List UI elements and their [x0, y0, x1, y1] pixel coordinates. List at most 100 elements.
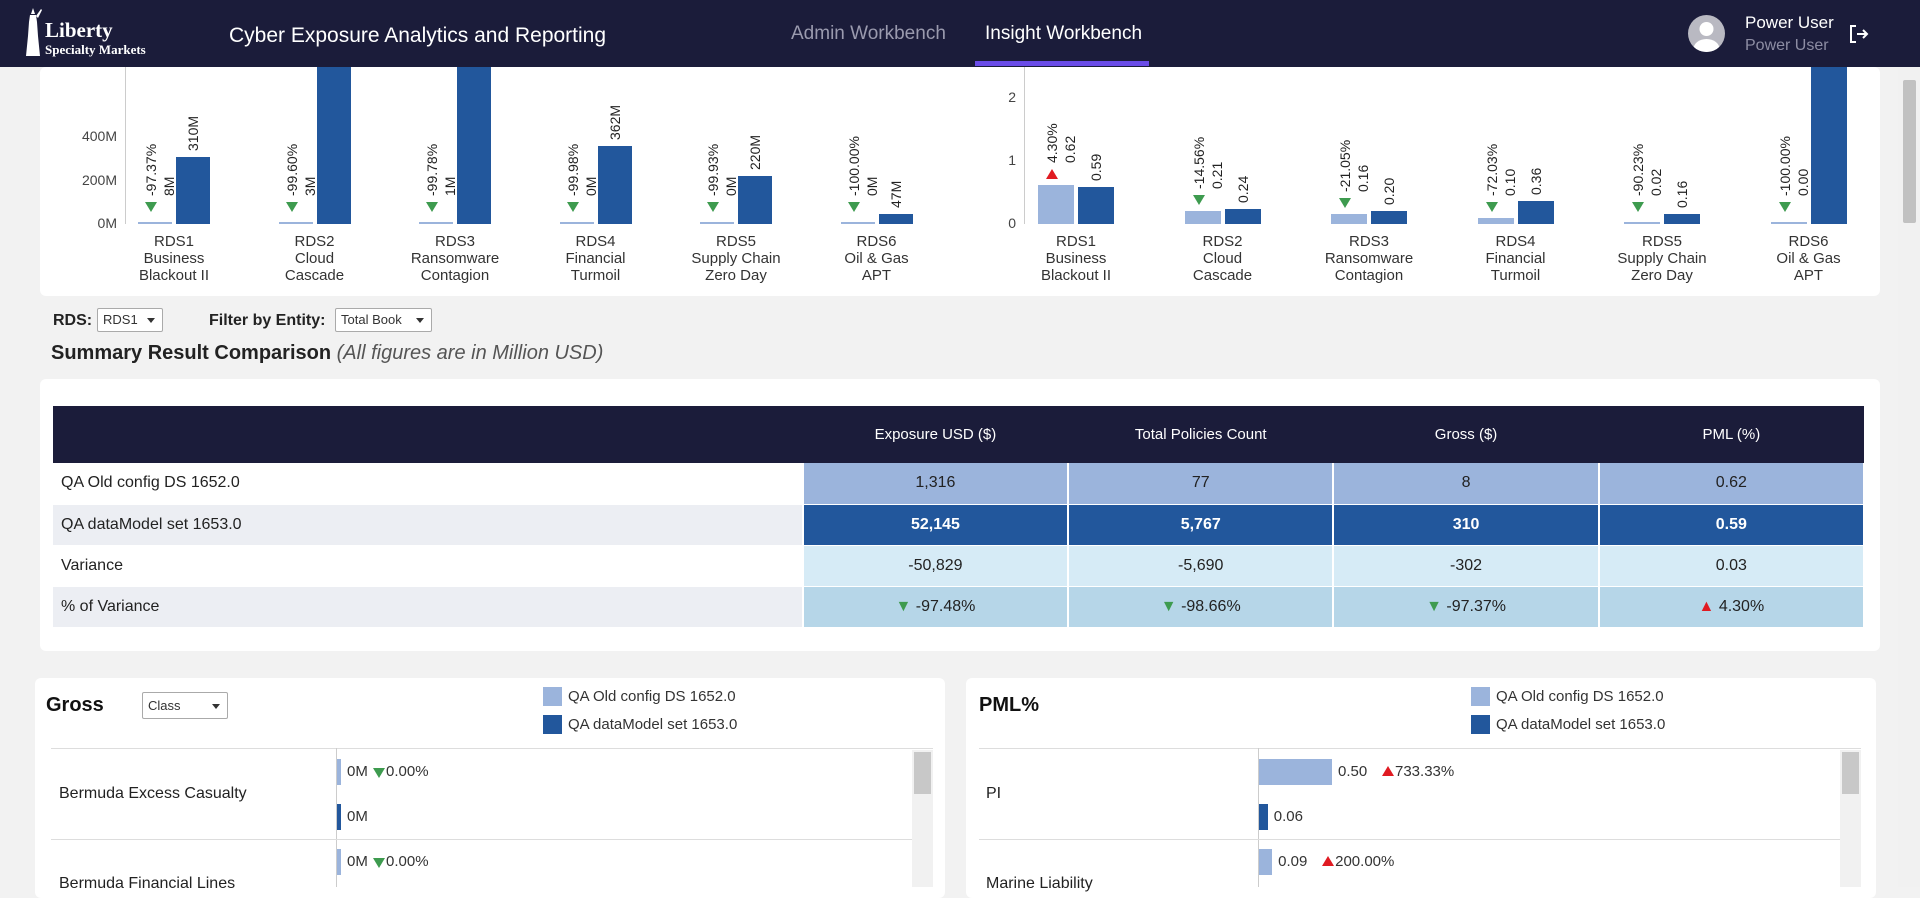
- variance-label: 733.33%: [1395, 763, 1455, 780]
- variance-label: -99.60%: [283, 143, 300, 196]
- bar-datamodel-set: [1371, 211, 1407, 224]
- divider: [979, 748, 1861, 749]
- bar-value-label: 362M: [606, 104, 623, 140]
- legend-swatch-old: [543, 687, 562, 706]
- page-scroll-thumb[interactable]: [1903, 80, 1916, 223]
- category-label: RDS5 Supply Chain Zero Day: [691, 233, 781, 284]
- variance-label: 4.30%: [1044, 123, 1060, 163]
- tab-insight-workbench[interactable]: Insight Workbench: [985, 23, 1142, 45]
- variance-down-icon: [373, 768, 385, 778]
- variance-up-icon: [1046, 168, 1058, 179]
- category-label: RDS3 Ransomware Contagion: [410, 233, 500, 284]
- category-label: RDS1 Business Blackout II: [138, 233, 210, 284]
- bar-value-label: 0.16: [1355, 164, 1371, 192]
- summary-comparison-table: Exposure USD ($) Total Policies Count Gr…: [53, 406, 1866, 628]
- table-cell: 0.59: [1598, 504, 1866, 546]
- row-label: QA dataModel set 1653.0: [53, 504, 804, 546]
- divider: [979, 839, 1841, 840]
- statue-of-liberty-logo-icon: [26, 8, 42, 56]
- entity-select[interactable]: Total Book: [335, 308, 432, 332]
- bar-old-config: [1624, 222, 1660, 224]
- bar-old-config: [1477, 217, 1514, 224]
- bar-value-label: 3M: [301, 176, 318, 196]
- rds-filter-label: RDS:: [53, 312, 93, 329]
- y-tick-label: 0M: [97, 215, 117, 231]
- category-label: RDS4 Financial Turmoil: [565, 233, 626, 284]
- variance-down-icon: [373, 858, 385, 868]
- user-avatar[interactable]: [1688, 15, 1725, 52]
- gross-panel-scroll-thumb[interactable]: [914, 752, 931, 794]
- class-select[interactable]: Class: [142, 692, 228, 719]
- table-cell: 1,316: [802, 463, 1070, 505]
- bar-value-label: 0.06: [1273, 808, 1303, 825]
- logout-icon[interactable]: [1847, 22, 1871, 46]
- bar-value-label: 0.02: [1648, 168, 1664, 196]
- variance-value: -97.37%: [1446, 597, 1506, 615]
- table-cell: ▼ -98.66%: [1068, 586, 1335, 628]
- category-label: RDS4 Financial Turmoil: [1485, 233, 1546, 284]
- bar-old-config: [1331, 213, 1367, 224]
- table-cell: 52,145: [802, 504, 1070, 546]
- variance-label: -99.78%: [424, 143, 440, 196]
- logo-subtitle: Specialty Markets: [45, 42, 146, 57]
- table-cell: 5,767: [1068, 504, 1335, 546]
- y-tick-label: 0: [1008, 215, 1016, 231]
- table-cell: ▼ -97.48%: [802, 586, 1070, 628]
- entity-select-value: Total Book: [341, 312, 402, 327]
- bar-old-config: [1770, 222, 1807, 224]
- variance-label: -14.56%: [1190, 136, 1207, 189]
- category-label: RDS1 Business Blackout II: [1040, 233, 1112, 284]
- bar-old-config: [278, 222, 313, 224]
- variance-label: -100.00%: [1776, 136, 1793, 196]
- chevron-down-icon: [416, 318, 424, 323]
- class-label: Bermuda Financial Lines: [59, 875, 236, 892]
- class-label: Bermuda Excess Casualty: [59, 785, 247, 802]
- bar-value-label: 0.50: [1338, 763, 1368, 780]
- variance-label: -72.03%: [1483, 143, 1500, 196]
- rds-select[interactable]: RDS1: [97, 308, 163, 332]
- class-select-value: Class: [148, 698, 181, 713]
- variance-down-icon: [566, 202, 579, 212]
- column-header: PML (%): [1598, 406, 1864, 463]
- bar-value-label: 0.24: [1234, 175, 1251, 203]
- bar-old-config: [337, 849, 341, 875]
- legend-label-new: QA dataModel set 1653.0: [1496, 716, 1666, 733]
- pml-panel-scroll-thumb[interactable]: [1842, 752, 1859, 794]
- bar-value-label: 0.09: [1278, 853, 1308, 870]
- summary-title: Summary Result Comparison: [51, 342, 332, 364]
- bar-datamodel-set: [1224, 208, 1261, 224]
- bar-value-label: 47M: [887, 180, 904, 208]
- bar-old-config: [840, 222, 875, 224]
- bar-old-config: [337, 759, 341, 785]
- top-navigation-bar: Liberty Specialty Markets Cyber Exposure…: [0, 0, 1920, 67]
- pml-by-class-card: [966, 678, 1876, 898]
- category-label: RDS3 Ransomware Contagion: [1324, 233, 1414, 284]
- variance-down-icon: [1192, 194, 1205, 205]
- table-row: Variance -50,829 -5,690 -302 0.03: [53, 545, 1866, 587]
- category-label: RDS2 Cloud Cascade: [1192, 233, 1253, 284]
- bar-old-config: [1259, 849, 1273, 875]
- tab-admin-workbench[interactable]: Admin Workbench: [791, 23, 946, 45]
- up-arrow-icon: ▲: [1698, 597, 1715, 615]
- bar-datamodel-set: [176, 156, 210, 224]
- bar-datamodel-set: [337, 804, 341, 830]
- app-title: Cyber Exposure Analytics and Reporting: [229, 24, 607, 47]
- table-cell: ▲ 4.30%: [1598, 586, 1866, 628]
- legend-label-old: QA Old config DS 1652.0: [568, 688, 736, 705]
- bar-old-config: [559, 222, 594, 224]
- category-label: RDS5 Supply Chain Zero Day: [1617, 233, 1707, 284]
- variance-value: -98.66%: [1181, 597, 1241, 615]
- y-tick-label: 400M: [81, 128, 117, 145]
- bar-value-label: 0.20: [1381, 178, 1397, 206]
- chevron-down-icon: [212, 704, 220, 709]
- bar-value-label: 1M: [442, 176, 458, 196]
- variance-label: -100.00%: [845, 136, 862, 196]
- bar-value-label: 0.16: [1674, 180, 1690, 208]
- bar-value-label: 0M: [582, 176, 599, 196]
- class-label: PI: [986, 785, 1002, 802]
- bar-value-label: 310M: [185, 115, 201, 151]
- bar-value-label: 8M: [161, 176, 177, 196]
- bar-datamodel-set: [1810, 67, 1847, 224]
- row-label: QA Old config DS 1652.0: [53, 463, 804, 505]
- entity-filter-label: Filter by Entity:: [209, 312, 326, 329]
